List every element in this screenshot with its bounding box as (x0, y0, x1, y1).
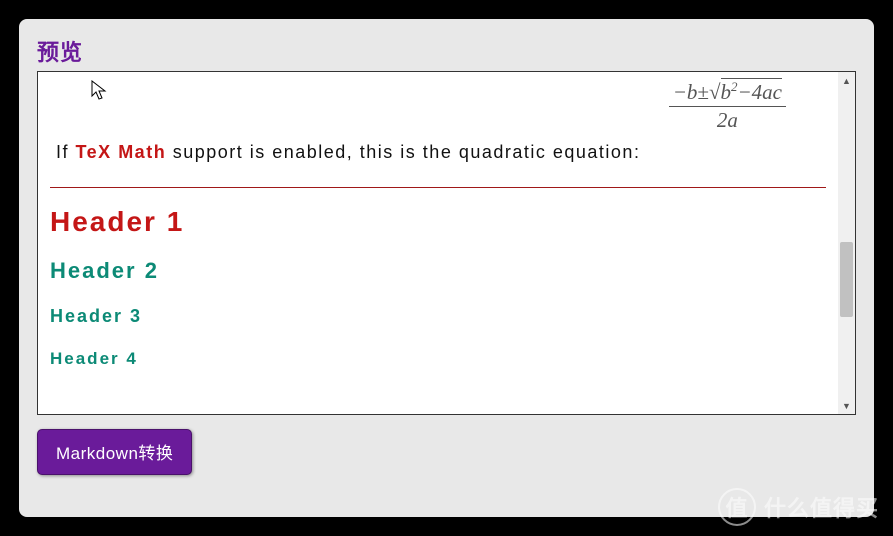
preview-panel: 预览 −b±√b2−4ac 2a If TeX Math support is … (19, 19, 874, 517)
preview-viewport: −b±√b2−4ac 2a If TeX Math support is ena… (37, 71, 856, 415)
heading-2: Header 2 (50, 258, 826, 284)
preview-content[interactable]: −b±√b2−4ac 2a If TeX Math support is ena… (38, 72, 838, 414)
panel-title: 预览 (37, 35, 856, 67)
description-line: If TeX Math support is enabled, this is … (56, 142, 826, 163)
heading-1: Header 1 (50, 206, 826, 238)
formula-b: b (721, 80, 732, 104)
scroll-thumb[interactable] (840, 242, 853, 317)
formula-4ac: −4ac (738, 80, 783, 104)
watermark-badge-icon: 值 (718, 488, 756, 526)
scroll-up-icon[interactable]: ▲ (838, 72, 855, 89)
desc-prefix: If (56, 142, 76, 162)
quadratic-formula: −b±√b2−4ac 2a (669, 80, 786, 132)
heading-3: Header 3 (50, 306, 826, 327)
desc-tex-label: TeX Math (76, 142, 167, 162)
formula-num-prefix: −b± (673, 80, 709, 104)
divider (50, 187, 826, 188)
watermark-text: 什么值得买 (764, 491, 879, 523)
markdown-convert-button[interactable]: Markdown转换 (37, 429, 192, 475)
heading-4: Header 4 (50, 349, 826, 369)
desc-suffix: support is enabled, this is the quadrati… (166, 142, 640, 162)
formula-block: −b±√b2−4ac 2a (50, 80, 826, 132)
sqrt-icon: √ (709, 80, 721, 104)
scroll-down-icon[interactable]: ▼ (838, 397, 855, 414)
scrollbar[interactable]: ▲ ▼ (838, 72, 855, 414)
formula-denominator: 2a (669, 107, 786, 132)
watermark: 值 什么值得买 (718, 488, 879, 526)
